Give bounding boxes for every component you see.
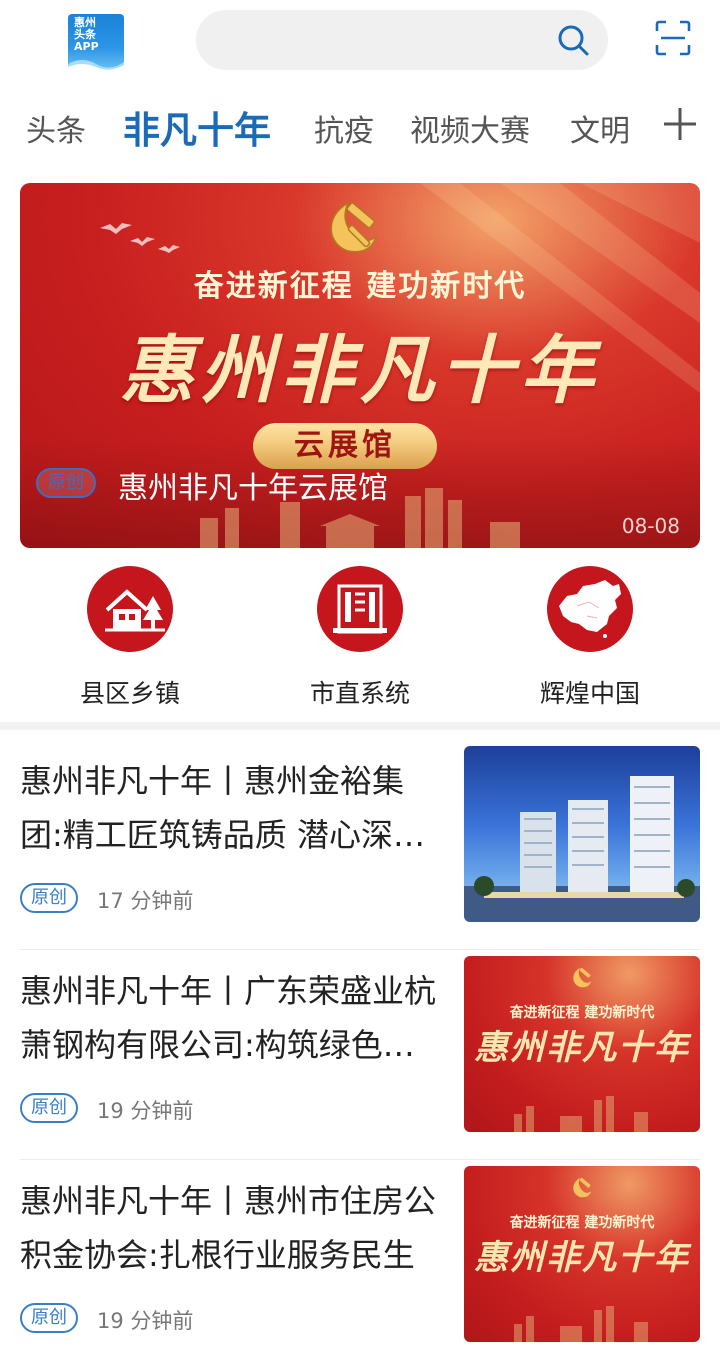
banner-slogan: 奋进新征程 建功新时代 [193, 269, 527, 304]
original-tag: 原创 [36, 468, 96, 498]
party-emblem-icon [330, 201, 378, 253]
news-item[interactable]: 惠州非凡十年丨广东荣盛业杭萧钢构有限公司:构筑绿色建筑未来 原创 19 分钟前 … [0, 950, 720, 1160]
thumb-slogan: 奋进新征程 建功新时代 [509, 1005, 655, 1021]
original-tag: 原创 [20, 1303, 78, 1333]
original-tag: 原创 [20, 1093, 78, 1123]
thumb-calligraphy: 惠州非凡十年 [474, 1238, 690, 1278]
news-time: 17 分钟前 [97, 889, 194, 913]
buildings-image [464, 776, 700, 922]
original-tag: 原创 [20, 883, 78, 913]
banner-title[interactable]: 惠州非凡十年云展馆 [118, 463, 388, 507]
entry-label: 县区乡镇 [79, 679, 180, 708]
logo-wave-icon [68, 60, 124, 70]
entry-county-towns[interactable]: 县区乡镇 [30, 566, 230, 710]
building-icon[interactable] [317, 566, 403, 652]
news-headline[interactable]: 惠州非凡十年丨惠州金裕集团:精工匠筑铸品质 潜心深耕筑家园 [20, 754, 440, 862]
quick-entries: 县区乡镇 市直系统 辉煌中国 [0, 566, 720, 708]
scan-icon[interactable] [655, 20, 691, 56]
house-tree-icon[interactable] [87, 566, 173, 652]
entry-municipal-systems[interactable]: 市直系统 [260, 566, 460, 710]
news-time: 19 分钟前 [97, 1099, 194, 1123]
news-headline[interactable]: 惠州非凡十年丨广东荣盛业杭萧钢构有限公司:构筑绿色建筑未来 [20, 964, 440, 1072]
section-divider [0, 722, 720, 730]
top-bar: 惠州 头条 APP [0, 0, 720, 90]
hero-banner[interactable]: 奋进新征程 建功新时代 惠州非凡十年 云展馆 原创 惠州非凡十年云展馆 08-0… [20, 183, 700, 548]
entry-glorious-china[interactable]: 辉煌中国 [490, 566, 690, 710]
tab-headlines[interactable]: 头条 [26, 106, 86, 150]
tab-civilization[interactable]: 文明 [570, 106, 630, 150]
city-skyline [514, 1096, 648, 1132]
banner-calligraphy: 惠州非凡十年 [120, 328, 600, 414]
add-channel-icon[interactable] [660, 104, 700, 144]
news-thumbnail[interactable]: 奋进新征程 建功新时代 惠州非凡十年 [464, 1166, 700, 1342]
thumb-calligraphy: 惠州非凡十年 [474, 1028, 690, 1068]
thumb-slogan: 奋进新征程 建功新时代 [509, 1215, 655, 1231]
news-time: 19 分钟前 [97, 1309, 194, 1333]
news-thumbnail[interactable] [464, 746, 700, 922]
city-skyline [514, 1306, 648, 1342]
tab-video-contest[interactable]: 视频大赛 [410, 106, 530, 150]
news-headline[interactable]: 惠州非凡十年丨惠州市住房公积金协会:扎根行业服务民生 [20, 1174, 440, 1282]
banner-date: 08-08 [621, 514, 680, 538]
party-emblem-icon [573, 967, 592, 988]
search-input[interactable] [196, 10, 608, 70]
news-item[interactable]: 惠州非凡十年丨惠州金裕集团:精工匠筑铸品质 潜心深耕筑家园 原创 17 分钟前 [0, 740, 720, 950]
logo-text: 惠州 头条 APP [74, 16, 99, 53]
entry-label: 市直系统 [309, 679, 410, 708]
app-logo[interactable]: 惠州 头条 APP [68, 14, 124, 70]
china-map-icon[interactable] [547, 566, 633, 652]
party-emblem-icon [573, 1177, 592, 1198]
entry-label: 辉煌中国 [539, 679, 640, 708]
tab-anti-epidemic[interactable]: 抗疫 [314, 106, 374, 150]
search-icon[interactable] [556, 23, 590, 57]
news-item[interactable]: 惠州非凡十年丨惠州市住房公积金协会:扎根行业服务民生 原创 19 分钟前 奋进新… [0, 1160, 720, 1360]
tab-extraordinary-decade[interactable]: 非凡十年 [123, 100, 271, 154]
channel-tabs: 头条 非凡十年 抗疫 视频大赛 文明 [0, 96, 720, 160]
news-thumbnail[interactable]: 奋进新征程 建功新时代 惠州非凡十年 [464, 956, 700, 1132]
